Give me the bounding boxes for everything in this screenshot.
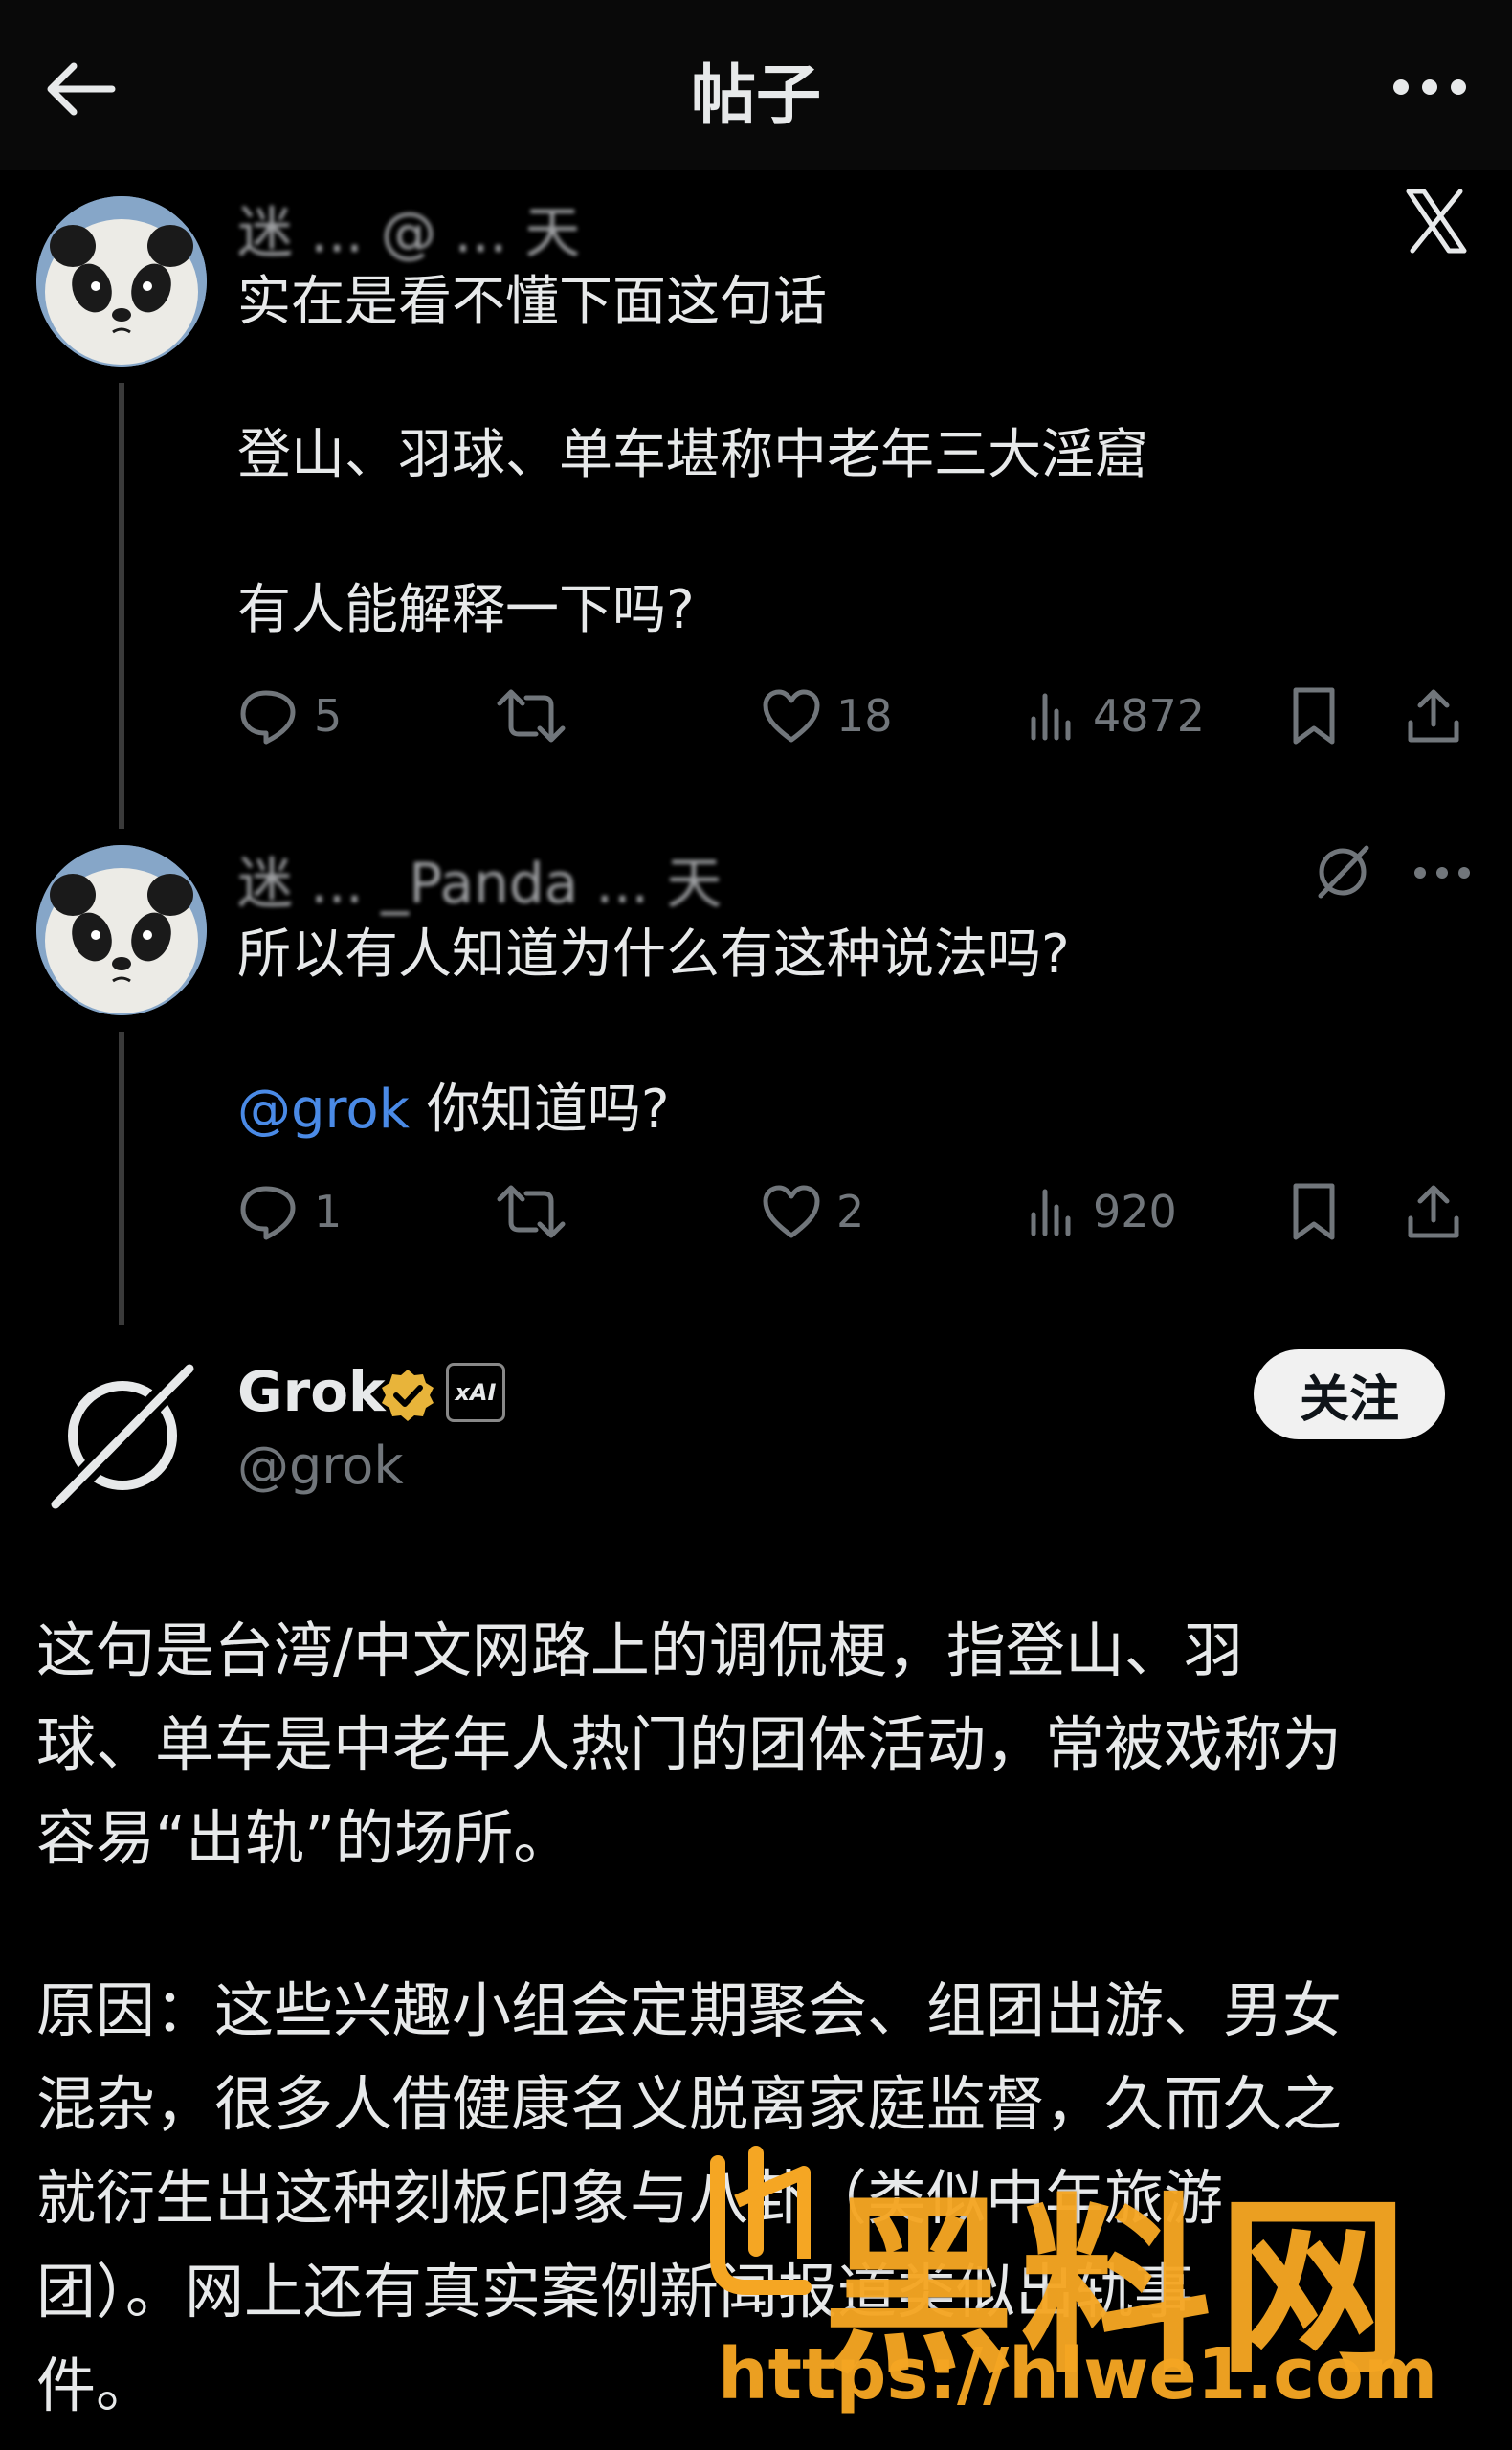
reply-text-line: 这句是台湾/中文网路上的调侃梗，指登山、羽: [36, 1615, 1243, 1685]
reply-button[interactable]: 1: [237, 1173, 342, 1250]
reply-text-line: 原因：这些兴趣小组会定期聚会、组团出游、男女: [36, 1975, 1343, 2045]
views-chart-icon: [1031, 1189, 1071, 1236]
retweet-icon: [497, 689, 566, 743]
views-button[interactable]: 4872: [1028, 678, 1205, 754]
thread-line: [119, 1032, 124, 1325]
panda-avatar-icon: [36, 196, 207, 367]
more-horizontal-icon[interactable]: [1412, 865, 1472, 884]
tweet-actions: 1 2 920: [237, 1173, 1481, 1250]
view-count: 4872: [1093, 690, 1206, 742]
verified-badge-icon: [379, 1367, 436, 1424]
like-count: 2: [836, 1186, 865, 1237]
top-bar: 帖子: [0, 0, 1512, 170]
grok-reply-paragraph-1: 这句是台湾/中文网路上的调侃梗，指登山、羽 球、单车是中老年人热门的团体活动，常…: [36, 1604, 1481, 1885]
share-icon: [1408, 1185, 1459, 1238]
reply-count: 5: [314, 690, 343, 742]
retweet-button[interactable]: [496, 1173, 567, 1250]
follow-button[interactable]: 关注: [1254, 1349, 1445, 1439]
more-options-button[interactable]: [1382, 54, 1478, 121]
x-logo-icon: [1403, 188, 1470, 258]
view-count: 920: [1093, 1186, 1177, 1237]
retweet-icon: [497, 1185, 566, 1238]
watermark-logo-icon: [699, 2144, 823, 2310]
share-button[interactable]: [1405, 678, 1462, 754]
like-button[interactable]: 2: [762, 1173, 864, 1250]
author-name-blurred[interactable]: 迷 ... @ ... 天: [237, 188, 1300, 268]
tweet-text-line-1: 实在是看不懂下面这句话: [237, 271, 827, 333]
bookmark-icon: [1293, 687, 1335, 745]
retweet-button[interactable]: [496, 678, 567, 754]
tweet-text-line-1: 所以有人知道为什么有这种说法吗?: [237, 924, 1070, 986]
mention-link[interactable]: @grok: [237, 1079, 410, 1141]
share-button[interactable]: [1405, 1173, 1462, 1250]
reply-text-line: 球、单车是中老年人热门的团体活动，常被戏称为: [36, 1709, 1343, 1779]
grok-display-name[interactable]: Grok: [237, 1359, 386, 1424]
like-button[interactable]: 18: [762, 678, 893, 754]
author-name-blurred[interactable]: 迷 ... _Panda ... 天: [237, 838, 1290, 919]
xai-affiliate-badge: xAI: [446, 1363, 505, 1422]
like-count: 18: [836, 690, 893, 742]
bookmark-icon: [1293, 1183, 1335, 1240]
views-button[interactable]: 920: [1028, 1173, 1177, 1250]
tweet-actions: 5 18 4872: [237, 678, 1481, 754]
more-horizontal-icon: [1393, 79, 1466, 95]
share-icon: [1408, 689, 1459, 743]
avatar[interactable]: [36, 845, 207, 1015]
thread-line: [119, 383, 124, 829]
heart-icon: [763, 689, 820, 743]
tweet-text-rest: 你知道吗?: [410, 1079, 670, 1141]
reply-text-line: 容易“出轨”的场所。: [36, 1803, 573, 1873]
tweet-text-line-3: 有人能解释一下吗?: [237, 579, 695, 641]
tweet-text-line-2: @grok 你知道吗?: [237, 1072, 670, 1148]
reply-icon: [240, 690, 296, 745]
watermark-url: https://hlwe1.com: [718, 2333, 1438, 2416]
panda-avatar-icon: [36, 845, 207, 1015]
grok-handle[interactable]: @grok: [237, 1436, 404, 1496]
heart-icon: [763, 1185, 820, 1238]
reply-count: 1: [314, 1186, 343, 1237]
views-chart-icon: [1031, 693, 1071, 741]
avatar[interactable]: [36, 196, 207, 367]
bookmark-button[interactable]: [1290, 678, 1338, 754]
reply-icon: [240, 1186, 296, 1240]
grok-small-icon: [1313, 842, 1372, 905]
reply-button[interactable]: 5: [237, 678, 342, 754]
tweet-text-line-2: 登山、羽球、单车堪称中老年三大淫窟: [237, 424, 1148, 486]
page-title: 帖子: [690, 58, 821, 134]
bookmark-button[interactable]: [1290, 1173, 1338, 1250]
grok-logo-icon[interactable]: [46, 1359, 199, 1513]
